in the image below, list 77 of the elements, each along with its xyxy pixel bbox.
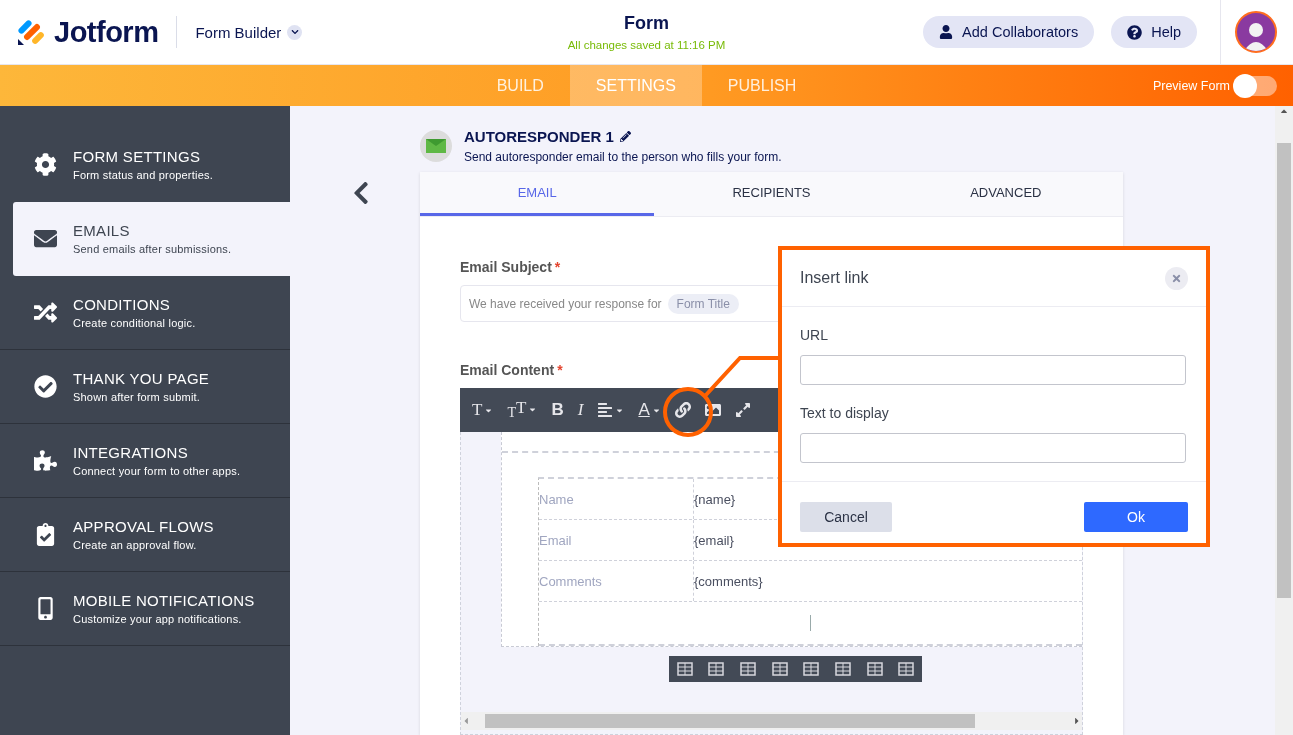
sidebar-item-title: APPROVAL FLOWS [73, 518, 214, 535]
ok-button[interactable]: Ok [1084, 502, 1188, 532]
shuffle-icon [33, 301, 57, 324]
field-label: Text to display [800, 405, 890, 421]
app-switcher[interactable]: Form Builder [195, 23, 303, 41]
email-tab[interactable]: EMAIL [420, 172, 655, 216]
help-icon [1127, 24, 1143, 40]
table-tool-icon[interactable] [708, 662, 725, 676]
expand-icon [734, 402, 751, 418]
help-button[interactable]: Help [1111, 16, 1197, 48]
table-tool-icon[interactable] [834, 662, 851, 676]
table-tool-icon[interactable] [771, 662, 788, 676]
logo-text: Jotform [54, 15, 159, 49]
scrollbar-thumb[interactable] [485, 714, 975, 728]
field-label: URL [800, 327, 829, 343]
sidebar-item-title: MOBILE NOTIFICATIONS [73, 592, 255, 609]
sidebar-item-subtitle: Create conditional logic. [73, 317, 196, 329]
table-tool-icon[interactable] [740, 662, 757, 676]
sidebar-item-subtitle: Connect your form to other apps. [73, 465, 241, 477]
sidebar-item-subtitle: Customize your app notifications. [73, 613, 243, 625]
save-status: All changes saved at 11:16 PM [567, 39, 726, 51]
format-button[interactable]: I [573, 400, 588, 420]
sidebar-item-title: EMAILS [73, 222, 131, 239]
format-button[interactable]: $_{T}$T [503, 398, 542, 422]
table-tool-icon[interactable] [803, 662, 820, 676]
table-tool-icon[interactable] [866, 662, 883, 676]
preview-toggle[interactable] [1235, 75, 1277, 96]
sidebar-item-subtitle: Send emails after submissions. [73, 243, 232, 255]
puzzle-icon [33, 449, 57, 472]
format-button[interactable]: B [547, 400, 568, 420]
user-icon [939, 25, 954, 39]
table-tool-icon[interactable] [898, 662, 915, 676]
align-icon [597, 402, 614, 418]
dialog-title: Insert link [800, 269, 869, 287]
preview-label: Preview Form [1152, 78, 1230, 93]
table-cell: Comments [539, 561, 694, 601]
table-cell: {email} [694, 532, 734, 548]
cancel-button[interactable]: Cancel [800, 502, 892, 532]
table-tool-icon[interactable] [676, 662, 693, 676]
sidebar-item-subtitle: Create an approval flow. [73, 539, 198, 551]
input-field[interactable] [800, 355, 1186, 385]
scrollbar-thumb[interactable] [1277, 143, 1291, 598]
close-icon [1171, 272, 1182, 284]
sidebar-item-subtitle: Shown after form submit. [73, 391, 202, 403]
close-button[interactable] [1165, 266, 1188, 290]
envelope-icon [426, 139, 446, 153]
sidebar-item-title: FORM SETTINGS [73, 148, 202, 165]
format-button[interactable]: A [634, 400, 665, 420]
sidebar-item-subtitle: Form status and properties. [73, 169, 213, 181]
sidebar-item[interactable]: FORM SETTINGS Form status and properties. [0, 128, 290, 202]
image-icon [704, 402, 721, 418]
table-cell: {name} [694, 491, 736, 507]
gear-icon [33, 153, 57, 176]
table-cell: Email [539, 520, 694, 560]
sidebar-item[interactable]: EMAILS Send emails after submissions. [13, 202, 290, 276]
format-button[interactable]: T [468, 400, 498, 420]
pencil-icon[interactable] [619, 131, 631, 142]
field-label: Email Subject * [460, 259, 562, 275]
input-field[interactable] [800, 433, 1186, 463]
sidebar-item-title: THANK YOU PAGE [73, 370, 210, 387]
email-tab[interactable]: ADVANCED [888, 172, 1123, 216]
autoresponder-title: AUTORESPONDER 1 [464, 128, 614, 145]
add-collaborators-button[interactable]: Add Collaborators [923, 16, 1095, 48]
envelope-icon [33, 227, 57, 250]
table-cell: Name [539, 479, 694, 519]
field-label: Email Content * [460, 362, 564, 378]
text-cursor [810, 615, 811, 631]
autoresponder-description: Send autoresponder email to the person who fills your form. [464, 150, 782, 164]
sidebar-item-title: CONDITIONS [73, 296, 172, 313]
email-tab[interactable]: RECIPIENTS [654, 172, 889, 216]
chevron-down-icon [290, 28, 299, 36]
avatar[interactable] [1235, 11, 1277, 53]
logo-icon [16, 17, 46, 47]
sidebar-item-title: INTEGRATIONS [73, 444, 189, 461]
form-title: Form [623, 13, 670, 34]
table-cell: {comments} [694, 573, 763, 589]
link-icon [674, 402, 691, 418]
